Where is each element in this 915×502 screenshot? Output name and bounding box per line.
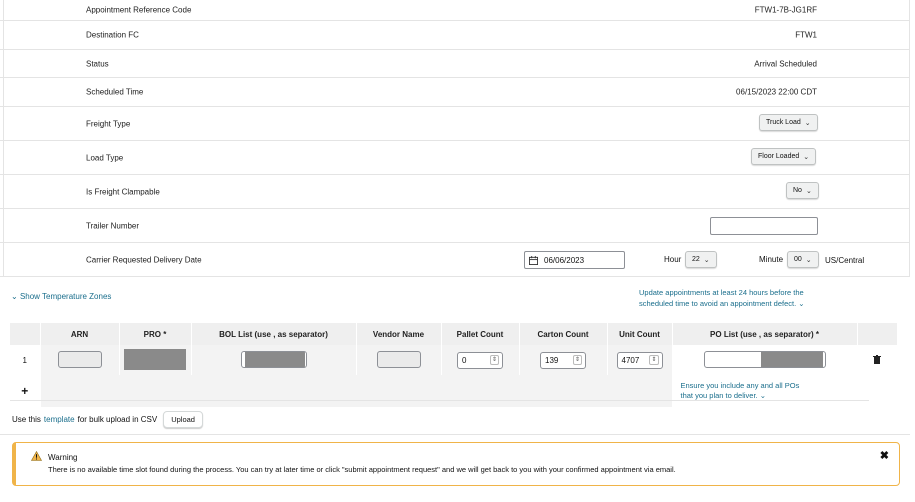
scheduled-time-label: Scheduled Time — [86, 87, 144, 97]
header-index — [10, 323, 41, 345]
close-icon[interactable]: ✖ — [880, 449, 889, 462]
freight-type-value: Truck Load — [766, 119, 801, 126]
bulk-prefix: Use this — [12, 415, 41, 424]
hour-select[interactable]: 22 ⌄ — [685, 251, 717, 268]
status-label: Status — [86, 59, 109, 68]
unit-count-value: 4707 — [621, 355, 640, 365]
chevron-down-icon: ⌄ — [805, 256, 812, 264]
table-row: 1 0 ⇕ 139 ⇕ 4707 ⇕ — [10, 345, 898, 375]
freight-clampable-select[interactable]: No ⌄ — [786, 182, 819, 199]
unit-count-input[interactable]: 4707 ⇕ — [616, 351, 663, 369]
shipment-table: ARN PRO * BOL List (use , as separator) … — [10, 323, 898, 407]
reference-code-label: Appointment Reference Code — [86, 5, 192, 15]
chevron-down-icon: ⌄ — [803, 153, 810, 161]
chevron-down-icon: ⌄ — [11, 292, 20, 301]
bulk-upload: Use this template for bulk upload in CSV… — [12, 411, 203, 428]
trailer-number-label: Trailer Number — [86, 221, 140, 230]
carton-count-input[interactable]: 139 ⇕ — [540, 351, 586, 369]
upload-button[interactable]: Upload — [163, 411, 203, 428]
stepper-icon[interactable]: ⇕ — [572, 355, 582, 365]
minute-label: Minute — [759, 255, 784, 264]
header-unit-count: Unit Count — [607, 323, 673, 345]
warning-alert: Warning There is no available time slot … — [12, 442, 900, 486]
freight-clampable-label: Is Freight Clampable — [86, 187, 160, 196]
header-pro: PRO * — [119, 323, 192, 345]
pallet-count-input[interactable]: 0 ⇕ — [457, 351, 503, 369]
header-carton-count: Carton Count — [519, 323, 608, 345]
stepper-icon[interactable]: ⇕ — [489, 355, 499, 365]
minute-value: 00 — [794, 256, 802, 263]
trash-icon[interactable] — [857, 345, 898, 375]
add-row-button[interactable]: + — [10, 375, 41, 407]
arn-input[interactable] — [57, 350, 102, 368]
header-bol-list: BOL List (use , as separator) — [191, 323, 357, 345]
destination-fc-value: FTW1 — [795, 30, 817, 40]
pallet-count-value: 0 — [462, 355, 467, 365]
section-divider — [0, 434, 910, 435]
warning-title: Warning — [48, 453, 78, 462]
chevron-down-icon: ⌄ — [798, 299, 805, 308]
row-freight-clampable: Is Freight Clampable — [0, 175, 910, 209]
freight-clampable-value: No — [793, 187, 802, 194]
hour-label: Hour — [664, 255, 682, 264]
freight-type-select[interactable]: Truck Load ⌄ — [759, 114, 818, 131]
header-po-list: PO List (use , as separator) * — [672, 323, 858, 345]
warning-icon — [31, 451, 42, 461]
table-bottom-divider — [10, 400, 869, 401]
chevron-down-icon: ⌄ — [759, 391, 767, 400]
template-link[interactable]: template — [44, 415, 75, 424]
delivery-date-value: 06/06/2023 — [544, 255, 585, 265]
po-hint[interactable]: Ensure you include any and all POs that … — [672, 375, 858, 407]
bol-list-input[interactable] — [240, 350, 307, 368]
update-notice-line2: scheduled time to avoid an appointment d… — [639, 299, 797, 308]
table-row-add: + Ensure you include any and all POs tha… — [10, 375, 898, 407]
minute-select[interactable]: 00 ⌄ — [787, 251, 819, 268]
temperature-link-label: Show Temperature Zones — [19, 292, 112, 301]
load-type-label: Load Type — [86, 153, 124, 162]
calendar-icon — [529, 255, 538, 265]
timezone-label: US/Central — [825, 256, 865, 265]
bulk-suffix: for bulk upload in CSV — [77, 415, 158, 424]
po-list-input[interactable] — [703, 350, 826, 368]
po-hint-line1: Ensure you include any and all POs — [680, 381, 800, 390]
load-type-select[interactable]: Floor Loaded ⌄ — [751, 148, 817, 165]
po-hint-line2: that you plan to deliver. — [680, 391, 758, 400]
destination-fc-label: Destination FC — [86, 30, 139, 40]
freight-type-label: Freight Type — [86, 119, 131, 128]
stepper-icon[interactable]: ⇕ — [649, 355, 659, 365]
update-notice[interactable]: Update appointments at least 24 hours be… — [639, 287, 805, 309]
row-reference-code: Appointment Reference Code FTW1-7B-JG1RF — [0, 0, 910, 21]
status-value: Arrival Scheduled — [754, 59, 817, 68]
warning-message: There is no available time slot found du… — [48, 465, 676, 474]
update-notice-line1: Update appointments at least 24 hours be… — [639, 288, 804, 297]
carton-count-value: 139 — [545, 355, 559, 365]
load-type-value: Floor Loaded — [758, 153, 800, 160]
show-temperature-zones-link[interactable]: ⌄ Show Temperature Zones — [11, 292, 111, 301]
row-scheduled-time: Scheduled Time 06/15/2023 22:00 CDT — [0, 78, 910, 107]
header-actions — [857, 323, 898, 345]
trailer-number-input[interactable] — [710, 217, 818, 235]
chevron-down-icon: ⌄ — [805, 187, 812, 195]
chevron-down-icon: ⌄ — [703, 256, 710, 264]
hour-value: 22 — [692, 256, 700, 263]
vendor-name-input[interactable] — [376, 350, 421, 368]
header-vendor-name: Vendor Name — [356, 323, 442, 345]
row-index: 1 — [10, 345, 41, 375]
row-destination-fc: Destination FC FTW1 — [0, 21, 910, 50]
header-arn: ARN — [40, 323, 120, 345]
pro-input[interactable] — [124, 348, 186, 370]
row-status: Status Arrival Scheduled — [0, 50, 910, 78]
chevron-down-icon: ⌄ — [804, 119, 811, 127]
reference-code-value: FTW1-7B-JG1RF — [754, 5, 817, 15]
scheduled-time-value: 06/15/2023 22:00 CDT — [736, 87, 817, 97]
delivery-date-label: Carrier Requested Delivery Date — [86, 255, 202, 264]
header-pallet-count: Pallet Count — [441, 323, 520, 345]
delivery-date-input[interactable]: 06/06/2023 — [524, 251, 625, 269]
